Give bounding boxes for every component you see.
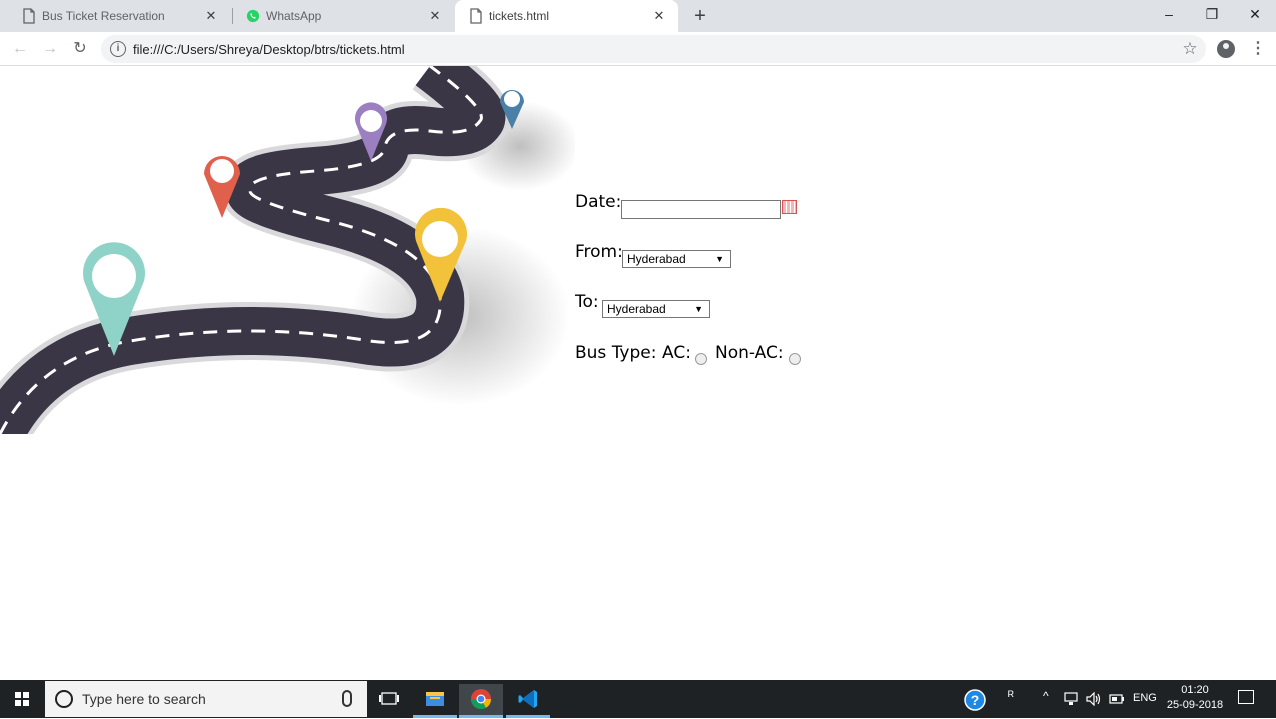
task-view-icon[interactable]	[367, 684, 411, 718]
start-button[interactable]	[0, 680, 45, 718]
taskbar-search-box[interactable]: Type here to search	[45, 681, 367, 717]
network-icon[interactable]	[1064, 692, 1080, 706]
dropdown-arrow-icon: ▼	[715, 254, 724, 264]
people-icon[interactable]: ᴿ	[1008, 688, 1014, 703]
to-selected-value: Hyderabad	[607, 302, 666, 316]
ac-label: AC:	[662, 343, 691, 363]
tab-tickets-html[interactable]: tickets.html ✕	[455, 0, 678, 32]
bookmark-star-icon[interactable]: ☆	[1180, 39, 1200, 59]
tab-strip: Bus Ticket Reservation ✕ WhatsApp ✕ tick…	[0, 0, 1276, 32]
close-tab-icon[interactable]: ✕	[204, 8, 218, 24]
clock-date: 25-09-2018	[1166, 699, 1224, 711]
page-icon	[470, 8, 482, 24]
forward-button[interactable]: →	[40, 39, 60, 59]
browser-toolbar: ← → ↻ i file:///C:/Users/Shreya/Desktop/…	[0, 32, 1276, 66]
date-label: Date:	[575, 192, 622, 212]
address-bar[interactable]: i file:///C:/Users/Shreya/Desktop/btrs/t…	[101, 35, 1206, 63]
ac-radio[interactable]	[695, 353, 707, 365]
restore-button[interactable]: ❐	[1202, 4, 1222, 24]
profile-avatar-icon[interactable]	[1217, 40, 1235, 58]
from-select[interactable]: Hyderabad ▼	[622, 250, 731, 268]
back-button[interactable]: ←	[10, 39, 30, 59]
action-center-icon[interactable]	[1238, 690, 1254, 704]
nonac-radio[interactable]	[789, 353, 801, 365]
tab-title: Bus Ticket Reservation	[42, 9, 165, 23]
reload-button[interactable]: ↻	[70, 39, 90, 59]
minimize-button[interactable]: –	[1159, 4, 1179, 24]
tab-whatsapp[interactable]: WhatsApp ✕	[232, 0, 454, 32]
windows-taskbar: Type here to search ? ᴿ ^ ENG 01:20 25-0…	[0, 680, 1276, 718]
tab-bus-ticket-reservation[interactable]: Bus Ticket Reservation ✕	[8, 0, 230, 32]
bus-type-label: Bus Type:	[575, 343, 657, 363]
svg-text:?: ?	[971, 692, 980, 708]
chrome-icon[interactable]	[459, 684, 503, 718]
language-indicator[interactable]: ENG	[1133, 692, 1157, 704]
vscode-icon[interactable]	[506, 684, 550, 718]
volume-icon[interactable]	[1086, 692, 1102, 706]
search-placeholder: Type here to search	[82, 691, 206, 707]
from-label: From:	[575, 242, 623, 262]
page-viewport: Date: From: Hyderabad ▼ To: Hyderabad ▼ …	[0, 66, 1276, 680]
kebab-menu-icon[interactable]: ⋮	[1250, 39, 1266, 59]
file-explorer-icon[interactable]	[413, 684, 457, 718]
tab-title: tickets.html	[489, 9, 550, 23]
bus-type-row: Bus Type: AC: Non-AC:	[575, 343, 815, 367]
nonac-label: Non-AC:	[715, 343, 784, 363]
dropdown-arrow-icon: ▼	[694, 304, 703, 314]
clock-time: 01:20	[1181, 684, 1209, 696]
to-select[interactable]: Hyderabad ▼	[602, 300, 710, 318]
windows-logo-icon	[15, 692, 29, 706]
show-hidden-icons-chevron-icon[interactable]: ^	[1043, 689, 1049, 703]
close-tab-icon[interactable]: ✕	[428, 8, 442, 24]
microphone-icon[interactable]	[342, 690, 352, 707]
page-icon	[23, 8, 35, 24]
close-tab-icon[interactable]: ✕	[652, 8, 666, 24]
info-icon[interactable]: i	[110, 41, 126, 57]
help-icon[interactable]: ?	[964, 689, 986, 711]
url-text[interactable]: file:///C:/Users/Shreya/Desktop/btrs/tic…	[133, 42, 405, 57]
close-window-button[interactable]: ✕	[1245, 4, 1265, 24]
date-input[interactable]	[621, 200, 781, 219]
taskbar-clock[interactable]: 01:20 25-09-2018	[1162, 683, 1228, 713]
whatsapp-icon	[246, 9, 260, 23]
tab-title: WhatsApp	[266, 9, 322, 23]
battery-icon[interactable]	[1109, 694, 1125, 704]
cortana-icon	[55, 690, 73, 708]
calendar-icon[interactable]	[782, 200, 797, 214]
from-selected-value: Hyderabad	[627, 252, 686, 266]
new-tab-button[interactable]: +	[690, 5, 710, 27]
to-label: To:	[575, 292, 599, 312]
road-map-illustration	[0, 66, 575, 434]
